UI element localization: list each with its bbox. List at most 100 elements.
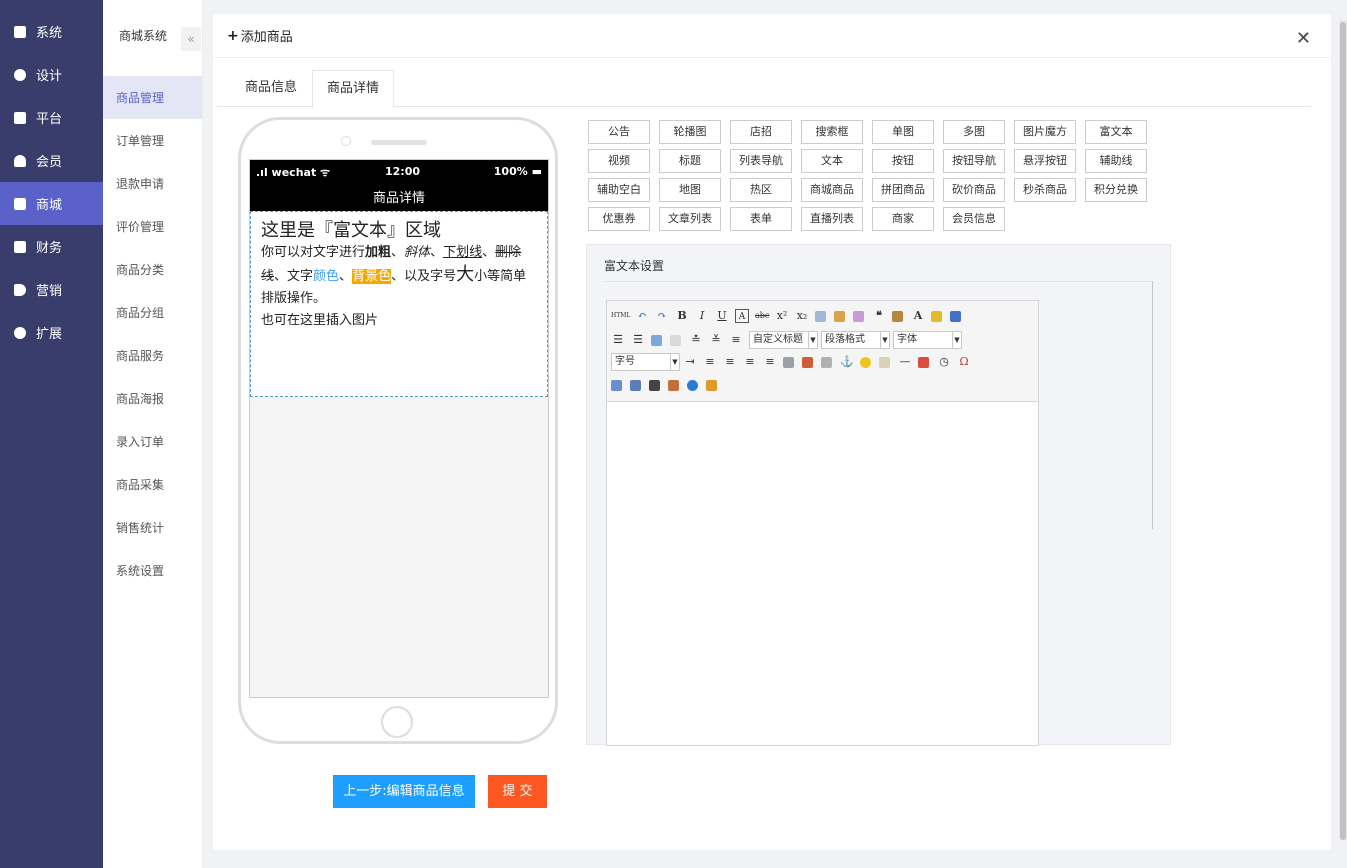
subnav-item-collect[interactable]: 商品采集 — [103, 463, 202, 506]
comp-search[interactable]: 搜索框 — [801, 120, 863, 144]
submit-button[interactable]: 提 交 — [488, 775, 547, 808]
row-spacing-bottom-icon[interactable]: ≚ — [709, 333, 723, 347]
comp-carousel[interactable]: 轮播图 — [659, 120, 721, 144]
preview-icon[interactable] — [668, 379, 679, 391]
subnav-item-settings[interactable]: 系统设置 — [103, 549, 202, 592]
comp-single-image[interactable]: 单图 — [872, 120, 934, 144]
link-icon[interactable] — [783, 356, 794, 368]
comp-hotspot[interactable]: 热区 — [730, 178, 792, 202]
font-family-select[interactable]: 字体 ▼ — [893, 331, 962, 349]
comp-button[interactable]: 按钮 — [872, 149, 934, 173]
comp-multi-image[interactable]: 多图 — [943, 120, 1005, 144]
align-justify-icon[interactable]: ≡ — [763, 355, 777, 369]
emoji-icon[interactable] — [860, 356, 871, 368]
special-chars-icon[interactable]: Ω — [957, 355, 971, 369]
fullscreen-icon[interactable] — [950, 310, 961, 322]
tab-goods-detail[interactable]: 商品详情 — [312, 70, 394, 108]
paste-plain-icon[interactable] — [892, 310, 903, 322]
tab-goods-info[interactable]: 商品信息 — [231, 70, 311, 107]
subnav-item-enter-order[interactable]: 录入订单 — [103, 420, 202, 463]
insert-table-icon[interactable] — [630, 379, 641, 391]
comp-mall-goods[interactable]: 商城商品 — [801, 178, 863, 202]
collapse-icon[interactable]: « — [181, 27, 201, 51]
horizontal-rule-icon[interactable]: — — [898, 355, 912, 369]
sidebar-item-marketing[interactable]: 营销 — [0, 268, 103, 311]
comp-map[interactable]: 地图 — [659, 178, 721, 202]
sidebar-item-member[interactable]: 会员 — [0, 139, 103, 182]
date-icon[interactable] — [918, 356, 929, 368]
align-center-icon[interactable]: ≡ — [723, 355, 737, 369]
italic-icon[interactable]: I — [695, 309, 709, 323]
comp-heading[interactable]: 标题 — [659, 149, 721, 173]
undo-icon[interactable]: ↶ — [635, 309, 649, 323]
sidebar-item-design[interactable]: 设计 — [0, 53, 103, 96]
prev-step-button[interactable]: 上一步:编辑商品信息 — [333, 775, 475, 808]
font-size-select[interactable]: 字号 ▼ — [611, 353, 680, 371]
unordered-list-icon[interactable]: ☰ — [631, 333, 645, 347]
redo-icon[interactable]: ↷ — [655, 309, 669, 323]
line-height-icon[interactable]: ≡ — [729, 333, 743, 347]
row-spacing-top-icon[interactable]: ≛ — [689, 333, 703, 347]
font-color-icon[interactable]: A — [911, 309, 925, 323]
sidebar-item-finance[interactable]: 财务 — [0, 225, 103, 268]
time-icon[interactable]: ◷ — [937, 355, 951, 369]
comp-image-cube[interactable]: 图片魔方 — [1014, 120, 1076, 144]
wordimage-icon[interactable] — [611, 379, 622, 391]
auto-format-icon[interactable] — [853, 310, 864, 322]
sidebar-item-system[interactable]: 系统 — [0, 10, 103, 53]
comp-merchant[interactable]: 商家 — [872, 207, 934, 231]
search-replace-icon[interactable] — [649, 379, 660, 391]
align-left-icon[interactable]: ≡ — [703, 355, 717, 369]
subnav-item-refund[interactable]: 退款申请 — [103, 162, 202, 205]
indent-icon[interactable]: ⇥ — [683, 355, 697, 369]
custom-title-select[interactable]: 自定义标题 ▼ — [749, 331, 818, 349]
subnav-item-orders[interactable]: 订单管理 — [103, 119, 202, 162]
close-icon[interactable]: ✕ — [1296, 30, 1311, 48]
bold-icon[interactable]: B — [675, 309, 689, 323]
comp-group-goods[interactable]: 拼团商品 — [872, 178, 934, 202]
help-icon[interactable] — [687, 379, 698, 391]
subnav-item-reviews[interactable]: 评价管理 — [103, 205, 202, 248]
subnav-item-stats[interactable]: 销售统计 — [103, 506, 202, 549]
scrawl-icon[interactable] — [879, 356, 890, 368]
sidebar-item-platform[interactable]: 平台 — [0, 96, 103, 139]
sidebar-item-mall[interactable]: 商城 — [0, 182, 103, 225]
comp-coupon[interactable]: 优惠券 — [588, 207, 650, 231]
comp-live-list[interactable]: 直播列表 — [801, 207, 863, 231]
comp-article-list[interactable]: 文章列表 — [659, 207, 721, 231]
highlight-color-icon[interactable] — [931, 310, 942, 322]
comp-seckill-goods[interactable]: 秒杀商品 — [1014, 178, 1076, 202]
blockquote-icon[interactable]: ❝ — [872, 309, 886, 323]
paragraph-select[interactable]: 段落格式 ▼ — [821, 331, 890, 349]
scrollbar-thumb[interactable] — [1340, 22, 1346, 840]
unlink-icon[interactable] — [821, 356, 832, 368]
sidebar-item-extend[interactable]: 扩展 — [0, 311, 103, 354]
align-right-icon[interactable]: ≡ — [743, 355, 757, 369]
format-painter-icon[interactable] — [834, 310, 845, 322]
superscript-icon[interactable]: x² — [775, 309, 789, 323]
subscript-icon[interactable]: x₂ — [795, 309, 809, 323]
html-source-icon[interactable]: HTML — [611, 309, 630, 323]
comp-points-exchange[interactable]: 积分兑换 — [1085, 178, 1147, 202]
subnav-item-group[interactable]: 商品分组 — [103, 291, 202, 334]
subnav-item-poster[interactable]: 商品海报 — [103, 377, 202, 420]
comp-bargain-goods[interactable]: 砍价商品 — [943, 178, 1005, 202]
comp-text[interactable]: 文本 — [801, 149, 863, 173]
comp-form[interactable]: 表单 — [730, 207, 792, 231]
underline-icon[interactable]: U — [715, 309, 729, 323]
comp-shop-sign[interactable]: 店招 — [730, 120, 792, 144]
comp-video[interactable]: 视频 — [588, 149, 650, 173]
comp-list-nav[interactable]: 列表导航 — [730, 149, 792, 173]
comp-guide-line[interactable]: 辅助线 — [1085, 149, 1147, 173]
subnav-item-category[interactable]: 商品分类 — [103, 248, 202, 291]
comp-float-button[interactable]: 悬浮按钮 — [1014, 149, 1076, 173]
comp-blank[interactable]: 辅助空白 — [588, 178, 650, 202]
anchor-icon[interactable]: ⚓ — [840, 355, 854, 369]
comp-notice[interactable]: 公告 — [588, 120, 650, 144]
border-text-icon[interactable]: A — [735, 309, 749, 323]
comp-button-nav[interactable]: 按钮导航 — [943, 149, 1005, 173]
eraser-icon[interactable] — [815, 310, 826, 322]
blank-doc-icon[interactable] — [670, 334, 681, 346]
comp-rich-text[interactable]: 富文本 — [1085, 120, 1147, 144]
insert-image-icon[interactable] — [802, 356, 813, 368]
